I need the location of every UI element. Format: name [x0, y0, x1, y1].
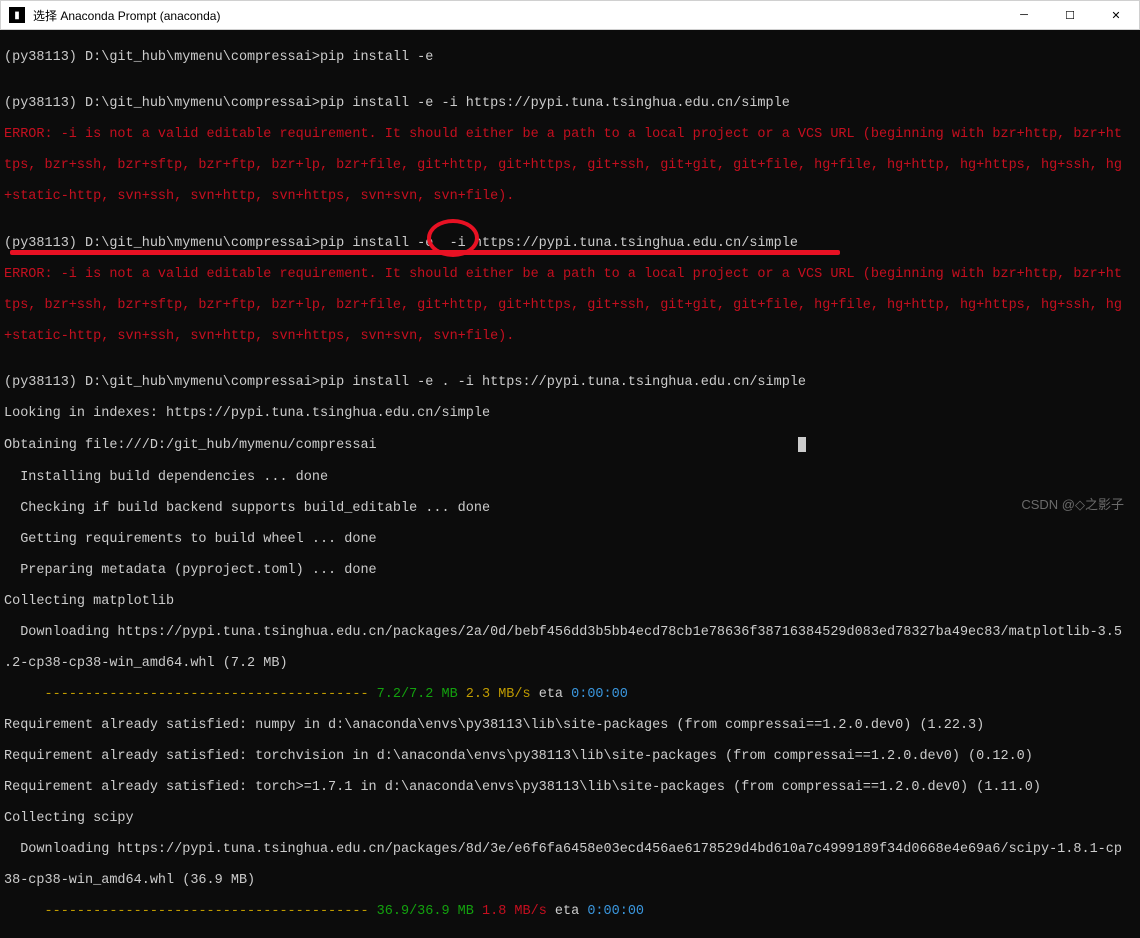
- output-line: Downloading https://pypi.tuna.tsinghua.e…: [4, 625, 1136, 641]
- output-line: Collecting scipy: [4, 811, 1136, 827]
- minimize-button[interactable]: ─: [1001, 1, 1047, 29]
- progress-speed: 1.8 MB/s: [482, 904, 555, 919]
- app-icon-glyph: ▮: [14, 10, 20, 21]
- watermark: CSDN @◇之影子: [1021, 494, 1124, 513]
- error-line: ERROR: -i is not a valid editable requir…: [4, 127, 1136, 143]
- output-line: Collecting matplotlib: [4, 594, 1136, 610]
- output-line: 38-cp38-win_amd64.whl (36.9 MB): [4, 873, 1136, 889]
- app-icon: ▮: [9, 7, 25, 23]
- progress-eta: 0:00:00: [571, 687, 628, 702]
- progress-size: 36.9/36.9 MB: [377, 904, 482, 919]
- output-line: Getting requirements to build wheel ... …: [4, 532, 1136, 548]
- error-line: +static-http, svn+ssh, svn+http, svn+htt…: [4, 329, 1136, 345]
- output-line: Preparing metadata (pyproject.toml) ... …: [4, 563, 1136, 579]
- output-line: Requirement already satisfied: numpy in …: [4, 718, 1136, 734]
- error-line: tps, bzr+ssh, bzr+sftp, bzr+ftp, bzr+lp,…: [4, 158, 1136, 174]
- progress-eta-label: eta: [555, 904, 587, 919]
- close-button[interactable]: ✕: [1093, 1, 1139, 29]
- progress-eta: 0:00:00: [587, 904, 644, 919]
- output-line: Checking if build backend supports build…: [4, 501, 1136, 517]
- progress-line: ----------------------------------------…: [4, 904, 1136, 920]
- window-controls: ─ ☐ ✕: [1001, 1, 1139, 29]
- output-line: Obtaining file:///D:/git_hub/mymenu/comp…: [4, 437, 1136, 454]
- output-line: Downloading https://pypi.tuna.tsinghua.e…: [4, 842, 1136, 858]
- output-line: Requirement already satisfied: torch>=1.…: [4, 780, 1136, 796]
- output-line: Installing build dependencies ... done: [4, 470, 1136, 486]
- progress-prefix: [4, 904, 45, 919]
- error-line: ERROR: -i is not a valid editable requir…: [4, 267, 1136, 283]
- progress-prefix: [4, 687, 45, 702]
- output-text: Obtaining file:///D:/git_hub/mymenu/comp…: [4, 438, 377, 453]
- progress-speed: 2.3 MB/s: [466, 687, 539, 702]
- prompt-line: (py38113) D:\git_hub\mymenu\compressai>p…: [4, 96, 1136, 112]
- prompt-line: (py38113) D:\git_hub\mymenu\compressai>p…: [4, 375, 1136, 391]
- progress-size: 7.2/7.2 MB: [377, 687, 466, 702]
- output-line: Requirement already satisfied: torchvisi…: [4, 749, 1136, 765]
- output-line: .2-cp38-cp38-win_amd64.whl (7.2 MB): [4, 656, 1136, 672]
- progress-bar: ----------------------------------------: [45, 904, 377, 919]
- prompt-line: (py38113) D:\git_hub\mymenu\compressai>p…: [4, 236, 1136, 252]
- window-titlebar: ▮ 选择 Anaconda Prompt (anaconda) ─ ☐ ✕: [0, 0, 1140, 30]
- terminal-output[interactable]: (py38113) D:\git_hub\mymenu\compressai>p…: [0, 30, 1140, 938]
- maximize-button[interactable]: ☐: [1047, 1, 1093, 29]
- terminal-cursor: [798, 437, 806, 452]
- error-line: +static-http, svn+ssh, svn+http, svn+htt…: [4, 189, 1136, 205]
- output-line: Looking in indexes: https://pypi.tuna.ts…: [4, 406, 1136, 422]
- error-line: tps, bzr+ssh, bzr+sftp, bzr+ftp, bzr+lp,…: [4, 298, 1136, 314]
- progress-line: ----------------------------------------…: [4, 687, 1136, 703]
- window-title: 选择 Anaconda Prompt (anaconda): [31, 7, 1001, 24]
- progress-eta-label: eta: [539, 687, 571, 702]
- prompt-line: (py38113) D:\git_hub\mymenu\compressai>p…: [4, 50, 1136, 66]
- progress-bar: ----------------------------------------: [45, 687, 377, 702]
